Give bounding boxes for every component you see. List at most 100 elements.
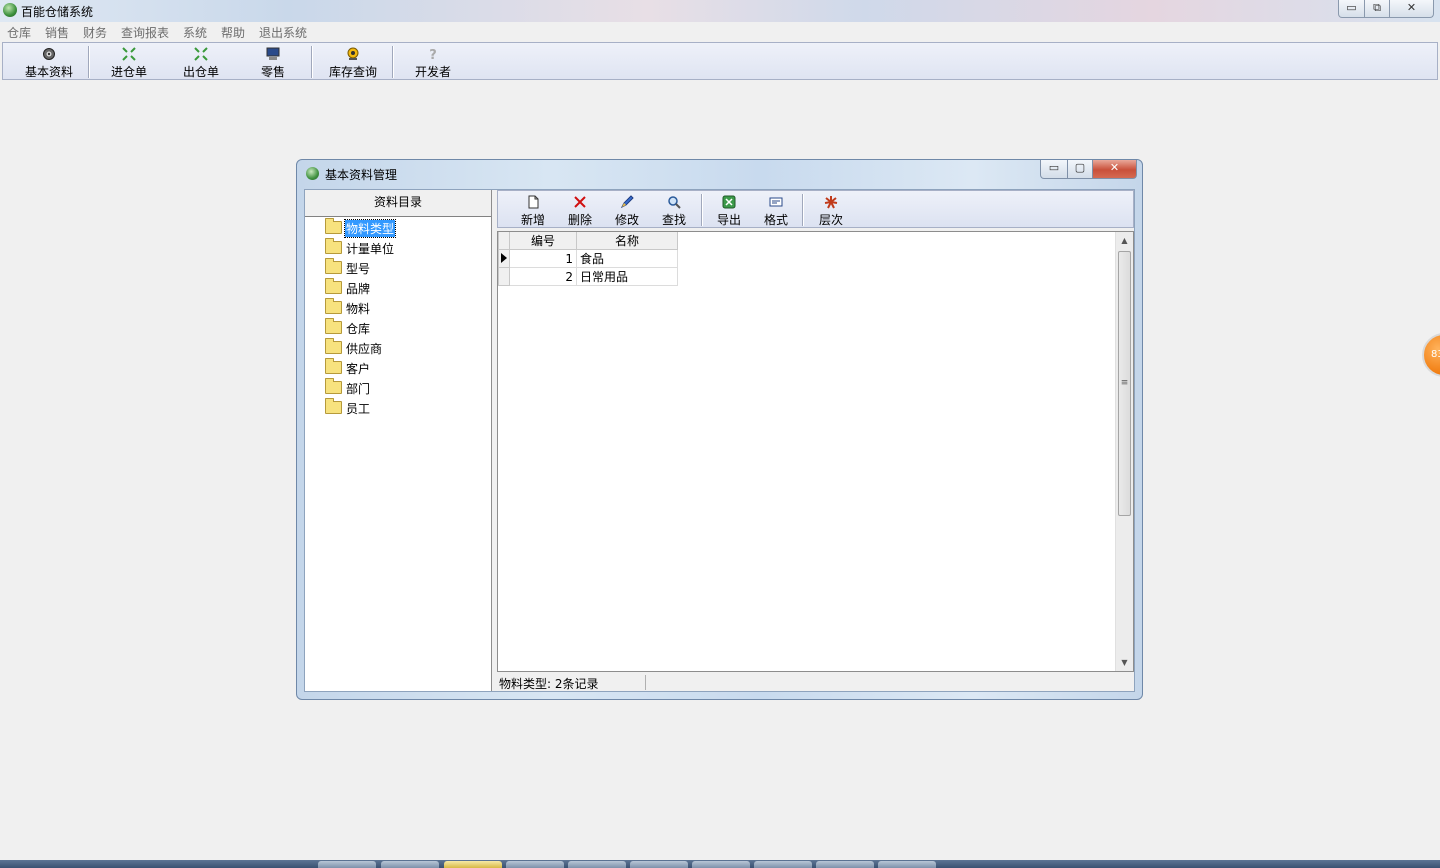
folder-icon [325, 258, 342, 274]
taskbar-item[interactable] [381, 861, 439, 868]
basic-data-label: 基本资料 [24, 65, 73, 79]
edit-record-button[interactable]: 修改 [606, 191, 648, 228]
toolbar-divider [88, 46, 90, 78]
menu-sales[interactable]: 销售 [45, 24, 69, 41]
basic-data-button[interactable]: 基本资料 [17, 43, 81, 80]
retail-label: 零售 [260, 65, 285, 79]
inventory-query-button[interactable]: 库存查询 [321, 43, 385, 80]
inventory-query-label: 库存查询 [328, 65, 377, 79]
format-label: 格式 [763, 213, 788, 227]
child-window-controls: ▭ ▢ ✕ [1040, 160, 1137, 179]
child-close-button[interactable]: ✕ [1093, 160, 1137, 179]
computer-icon [266, 47, 280, 60]
status-divider [645, 675, 646, 690]
toolbar-divider [701, 194, 703, 226]
taskbar-item[interactable] [318, 861, 376, 868]
taskbar-item[interactable] [878, 861, 936, 868]
column-header-id[interactable]: 编号 [509, 232, 577, 250]
folder-icon [325, 318, 342, 334]
cell-name[interactable]: 日常用品 [576, 267, 678, 286]
taskbar-item[interactable] [506, 861, 564, 868]
taskbar-item[interactable] [630, 861, 688, 868]
catalog-tree-panel: 资料目录 物料类型 计量单位 型号 品牌 物料 仓库 供应商 客户 部门 员工 [305, 190, 492, 691]
menu-exit[interactable]: 退出系统 [259, 24, 307, 41]
new-record-label: 新增 [520, 213, 545, 227]
camera-icon [43, 48, 55, 60]
delete-record-button[interactable]: 删除 [559, 191, 601, 228]
tree-item-label: 品牌 [346, 282, 371, 296]
menu-help[interactable]: 帮助 [221, 24, 245, 41]
folder-icon [325, 238, 342, 254]
app-logo-icon [3, 3, 17, 17]
cell-id[interactable]: 2 [509, 267, 577, 286]
minimize-button[interactable]: ▭ [1338, 0, 1365, 18]
tree-item-label: 计量单位 [346, 242, 395, 256]
retail-button[interactable]: 零售 [241, 43, 305, 80]
menu-reports[interactable]: 查询报表 [121, 24, 169, 41]
taskbar-item[interactable] [692, 861, 750, 868]
menu-system[interactable]: 系统 [183, 24, 207, 41]
new-record-button[interactable]: 新增 [512, 191, 554, 228]
outbound-order-label: 出仓单 [182, 65, 219, 79]
taskbar-item[interactable] [444, 861, 502, 868]
child-maximize-button[interactable]: ▢ [1068, 160, 1093, 179]
cell-id[interactable]: 1 [509, 249, 577, 268]
grid-table: 编号 名称 1 食品 2 日常用品 [498, 232, 678, 286]
scrollbar-thumb[interactable]: ≡ [1118, 251, 1131, 516]
help-icon: ? [429, 48, 437, 61]
tree-item-label: 型号 [346, 262, 371, 276]
vertical-scrollbar[interactable]: ▲ ≡ ▼ [1115, 232, 1133, 671]
current-row-arrow-icon [501, 252, 507, 263]
developer-button[interactable]: ? 开发者 [401, 43, 465, 80]
os-taskbar [0, 860, 1440, 868]
delete-x-icon [574, 196, 586, 208]
folder-icon [325, 218, 342, 234]
menu-finance[interactable]: 财务 [83, 24, 107, 41]
delete-record-label: 删除 [567, 213, 592, 227]
restore-button[interactable]: ⧉ [1365, 0, 1390, 18]
format-button[interactable]: 格式 [755, 191, 797, 228]
close-button[interactable]: ✕ [1390, 0, 1434, 18]
tree-item-label: 供应商 [346, 342, 383, 356]
hierarchy-label: 层次 [818, 213, 843, 227]
window-app-icon [306, 167, 319, 180]
taskbar-item[interactable] [816, 861, 874, 868]
hierarchy-button[interactable]: 层次 [810, 191, 852, 228]
tree-item-label: 物料类型 [343, 219, 397, 238]
data-panel: 新增 删除 修改 查找 导出 格式 层次 编号 名称 1 食品 2 日常用品 ▲… [497, 190, 1134, 691]
status-bar: 物料类型: 2条记录 [497, 674, 1134, 691]
table-row[interactable]: 2 日常用品 [498, 267, 678, 286]
folder-icon [325, 338, 342, 354]
outbound-order-button[interactable]: 出仓单 [169, 43, 233, 80]
taskbar-item[interactable] [568, 861, 626, 868]
toolbar-divider [392, 46, 394, 78]
toolbar-divider [802, 194, 804, 226]
inbound-order-button[interactable]: 进仓单 [97, 43, 161, 80]
export-excel-icon [722, 195, 736, 209]
scroll-down-arrow-icon[interactable]: ▼ [1116, 654, 1133, 671]
menu-warehouse[interactable]: 仓库 [7, 24, 31, 41]
tree-item-label: 部门 [346, 382, 371, 396]
table-row[interactable]: 1 食品 [498, 249, 678, 268]
edit-pen-icon [620, 195, 634, 209]
new-document-icon [528, 195, 539, 209]
folder-icon [325, 278, 342, 294]
child-minimize-button[interactable]: ▭ [1040, 160, 1068, 179]
folder-icon [325, 358, 342, 374]
developer-label: 开发者 [414, 65, 451, 79]
column-header-name[interactable]: 名称 [576, 232, 678, 250]
app-title-bar: 百能仓储系统 ▭ ⧉ ✕ [0, 0, 1440, 22]
folder-icon [325, 378, 342, 394]
search-record-button[interactable]: 查找 [653, 191, 695, 228]
cell-name[interactable]: 食品 [576, 249, 678, 268]
scroll-up-arrow-icon[interactable]: ▲ [1116, 232, 1133, 249]
tree-item-label: 物料 [346, 302, 371, 316]
taskbar-item[interactable] [754, 861, 812, 868]
export-button[interactable]: 导出 [708, 191, 750, 228]
hierarchy-icon [824, 196, 838, 209]
data-grid: 编号 名称 1 食品 2 日常用品 ▲ ≡ ▼ [497, 231, 1134, 672]
row-indicator-header [498, 232, 510, 250]
edit-record-label: 修改 [614, 213, 639, 227]
webcam-icon [347, 47, 359, 60]
tree-item-label: 仓库 [346, 322, 371, 336]
